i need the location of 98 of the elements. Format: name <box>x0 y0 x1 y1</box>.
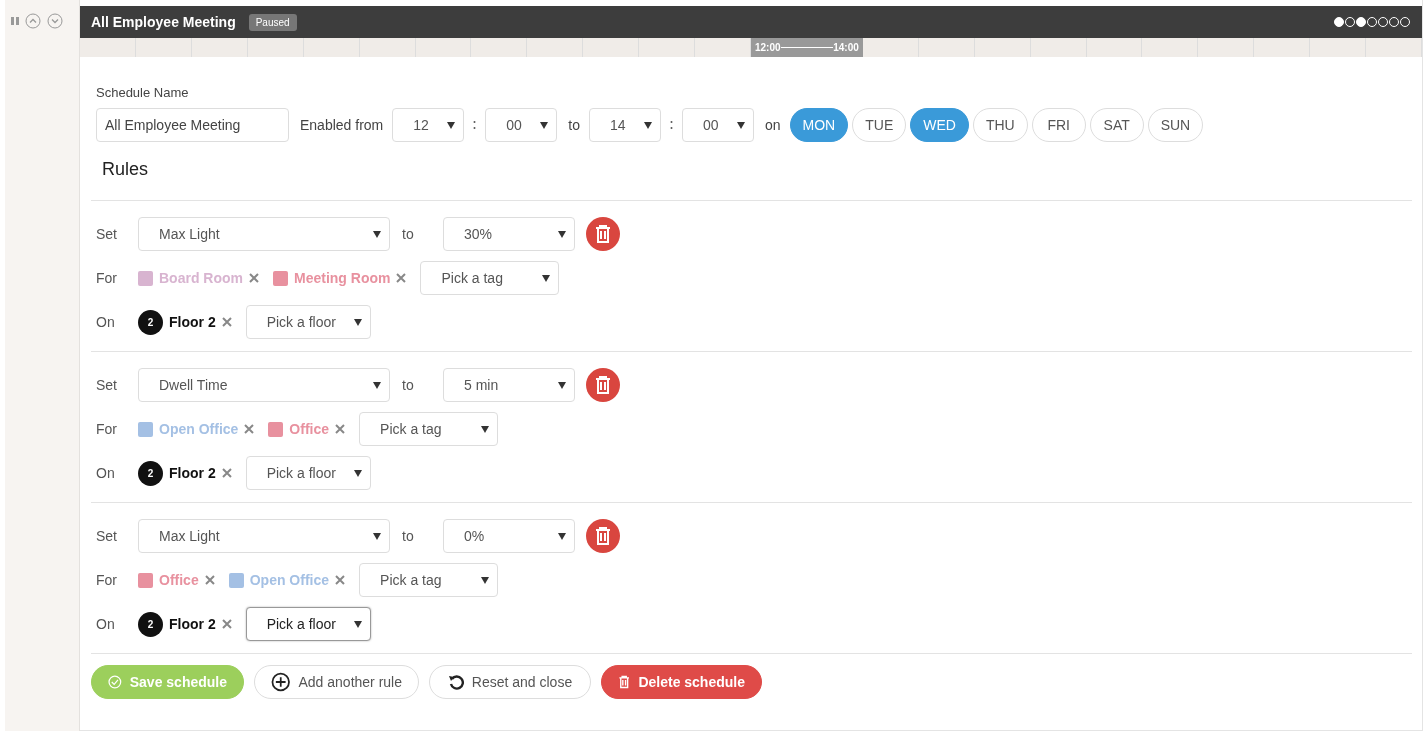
day-toggle[interactable]: TUE <box>852 108 907 142</box>
hour-dropdown[interactable]: 14 <box>588 108 661 142</box>
set-label: Set <box>96 528 118 544</box>
caret-icon <box>542 274 551 282</box>
remove-icon[interactable] <box>396 273 407 283</box>
remove-icon[interactable] <box>335 575 346 585</box>
to-label: to <box>402 377 415 393</box>
tag-dropdown[interactable]: Pick a tag <box>359 563 499 597</box>
caret-icon <box>558 381 566 389</box>
day-toggle[interactable]: FRI <box>1031 108 1086 142</box>
schedule-name-field[interactable]: All Employee Meeting <box>96 108 289 142</box>
remove-icon[interactable] <box>249 273 259 283</box>
caret-icon <box>353 469 362 477</box>
caret-icon <box>481 576 490 584</box>
floor-label: Floor 2 <box>169 314 216 330</box>
tag-label: Board Room <box>159 270 243 286</box>
on-label: On <box>96 314 116 330</box>
property-dropdown[interactable]: Dwell Time <box>138 368 390 402</box>
for-label: For <box>96 572 118 588</box>
status-badge: Paused <box>248 13 297 31</box>
value-dropdown[interactable]: 0% <box>443 519 575 553</box>
tag-dropdown[interactable]: Pick a tag <box>359 412 499 446</box>
tag-label: Open Office <box>249 572 330 588</box>
on-label: On <box>96 465 116 481</box>
to-label: to <box>402 528 415 544</box>
delete-rule-button[interactable] <box>586 217 620 251</box>
property-dropdown[interactable]: Max Light <box>138 519 390 553</box>
undo-icon <box>447 674 464 690</box>
property-dropdown[interactable]: Max Light <box>138 217 390 251</box>
on-label: on <box>764 117 781 133</box>
caret-icon <box>558 230 566 238</box>
section-heading: Rules <box>102 159 150 180</box>
tag-label: Meeting Room <box>294 270 391 286</box>
caret-icon <box>373 230 381 238</box>
value-dropdown[interactable]: 5 min <box>443 368 575 402</box>
end-time: 14:00 <box>833 42 859 53</box>
to-label: to <box>402 226 415 242</box>
floor-number-badge: 2 <box>138 611 163 637</box>
floor-dropdown[interactable]: Pick a floor <box>245 456 371 490</box>
caret-icon <box>481 425 490 433</box>
caret-icon <box>736 121 745 129</box>
floor-label: Floor 2 <box>169 465 216 481</box>
on-label: On <box>96 616 116 632</box>
trash-icon <box>594 225 612 243</box>
day-toggle[interactable]: THU <box>972 108 1028 142</box>
remove-icon[interactable] <box>221 317 232 327</box>
trash-icon <box>594 527 612 545</box>
trash-icon <box>594 376 612 394</box>
delete-rule-button[interactable] <box>586 519 620 553</box>
floor-number-badge: 2 <box>138 460 163 486</box>
remove-icon[interactable] <box>221 619 232 629</box>
caret-icon <box>373 532 381 540</box>
colon-icon <box>669 119 673 131</box>
tag-dropdown[interactable]: Pick a tag <box>420 261 560 295</box>
tag-label: Open Office <box>159 421 239 437</box>
day-toggle[interactable]: SAT <box>1089 108 1144 142</box>
floor-dropdown[interactable]: Pick a floor <box>245 607 371 641</box>
minute-dropdown[interactable]: 00 <box>681 108 754 142</box>
remove-icon[interactable] <box>204 575 215 585</box>
value-dropdown[interactable]: 30% <box>443 217 575 251</box>
delete-rule-button[interactable] <box>586 368 620 402</box>
tag-label: Office <box>289 421 330 437</box>
caret-icon <box>353 318 362 326</box>
caret-icon <box>447 121 456 129</box>
pause-icon[interactable] <box>11 16 19 26</box>
hour-dropdown[interactable]: 12 <box>392 108 465 142</box>
floor-label: Floor 2 <box>169 616 216 632</box>
caret-icon <box>540 121 549 129</box>
schedule-title: All Employee Meeting <box>91 14 236 30</box>
enabled-from-label: Enabled from <box>300 117 384 133</box>
remove-icon[interactable] <box>244 424 255 434</box>
remove-icon[interactable] <box>335 424 346 434</box>
for-label: For <box>96 421 118 437</box>
day-toggle[interactable]: SUN <box>1147 108 1204 142</box>
colon-icon <box>473 119 477 131</box>
caret-icon <box>558 532 566 540</box>
to-label: to <box>568 117 580 133</box>
plus-circle-icon <box>271 672 291 692</box>
remove-icon[interactable] <box>221 468 232 478</box>
add-button[interactable]: Add another rule <box>254 665 419 699</box>
caret-icon <box>643 121 652 129</box>
delete-button[interactable]: Delete schedule <box>601 665 762 699</box>
chevron-down-icon[interactable] <box>47 13 63 29</box>
schedule-header[interactable]: All Employee Meeting Paused <box>80 6 1422 38</box>
set-label: Set <box>96 377 118 393</box>
trash-icon <box>618 673 631 691</box>
minute-dropdown[interactable]: 00 <box>485 108 558 142</box>
tag-label: Office <box>159 572 199 588</box>
caret-icon <box>353 620 362 628</box>
start-time: 12:00 <box>755 42 781 53</box>
set-label: Set <box>96 226 118 242</box>
floor-dropdown[interactable]: Pick a floor <box>245 305 371 339</box>
chevron-up-icon[interactable] <box>25 13 41 29</box>
reset-button[interactable]: Reset and close <box>429 665 591 699</box>
for-label: For <box>96 270 118 286</box>
floor-number-badge: 2 <box>138 309 163 335</box>
caret-icon <box>373 381 381 389</box>
field-label: Schedule Name <box>96 85 190 100</box>
